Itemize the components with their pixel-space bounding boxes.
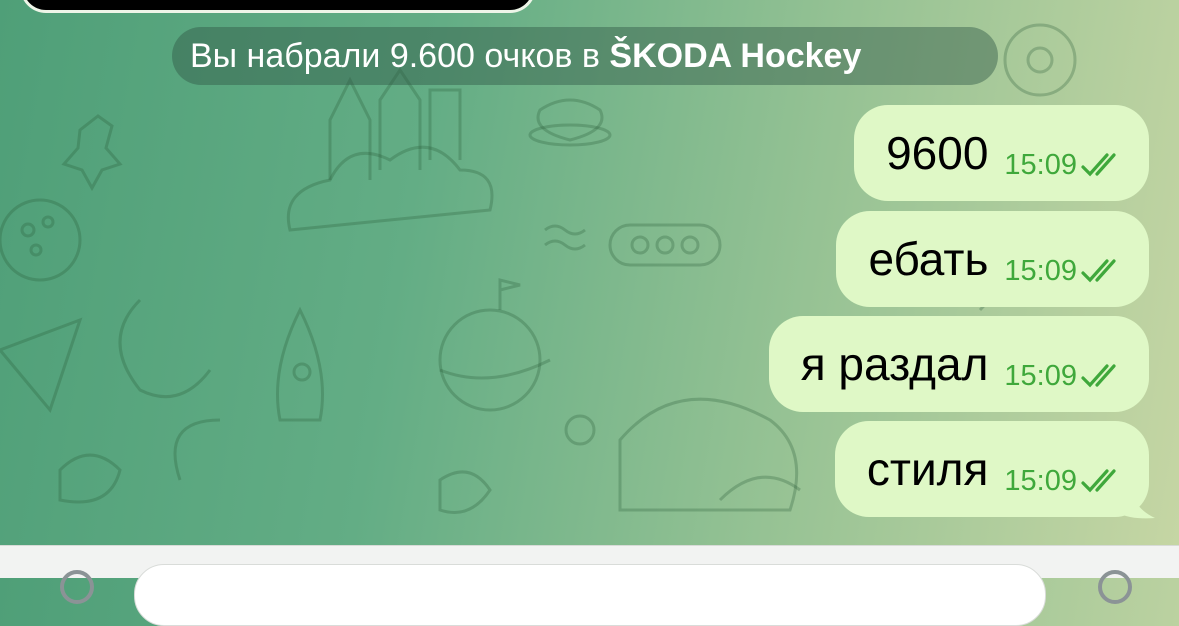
double-check-icon [1081,364,1116,388]
message-meta: 15:09 [1004,255,1123,288]
message-time: 15:09 [1004,254,1077,287]
game-title-link[interactable]: ŠKODA Hockey [609,37,861,75]
paperclip-icon[interactable] [60,570,94,604]
game-score-service-message[interactable]: Вы набрали 9.600 очков в ŠKODA Hockey [172,27,998,85]
message-meta: 15:09 [1004,465,1123,498]
outgoing-message[interactable]: стиля 15:09 [834,421,1149,517]
message-input[interactable] [134,564,1046,626]
outgoing-message[interactable]: ебать 15:09 [836,211,1149,307]
double-check-icon [1081,259,1116,283]
message-time: 15:09 [1004,148,1077,181]
message-text: я раздал [800,338,989,390]
message-time: 15:09 [1004,464,1077,497]
double-check-icon [1081,153,1116,177]
score-text: Вы набрали 9.600 очков в [190,37,600,75]
previous-message-bubble [20,0,536,13]
microphone-icon[interactable] [1098,570,1132,604]
bubble-tail [1115,484,1155,519]
message-meta: 15:09 [1004,360,1123,393]
message-meta: 15:09 [1004,149,1123,182]
outgoing-message[interactable]: 9600 15:09 [854,105,1149,201]
message-text: ебать [868,233,989,285]
message-text: 9600 [886,127,989,179]
message-input-bar [0,545,1179,626]
outgoing-message[interactable]: я раздал 15:09 [768,316,1149,412]
message-text: стиля [866,443,989,495]
message-time: 15:09 [1004,359,1077,392]
